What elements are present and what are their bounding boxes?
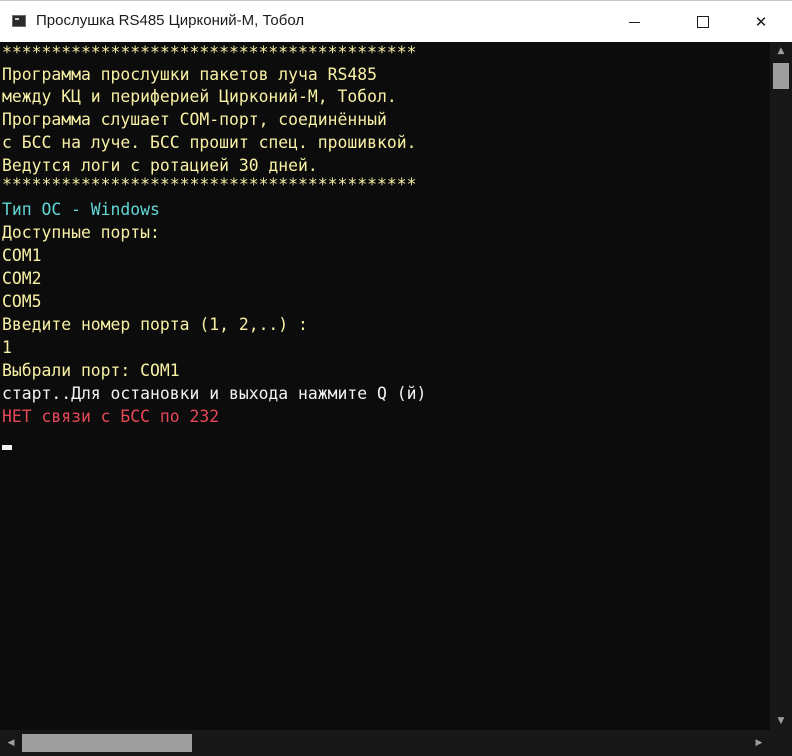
console-line-16: НЕТ связи с БСС по 232 <box>2 407 220 426</box>
scroll-left-arrow-icon[interactable]: ◀ <box>2 734 20 752</box>
window-title: Прослушка RS485 Цирконий-М, Тобол <box>36 12 305 29</box>
maximize-icon <box>697 16 709 28</box>
vertical-scrollbar[interactable]: ▲ ▼ <box>770 42 792 730</box>
close-icon: ✕ <box>754 13 768 31</box>
horizontal-scroll-thumb[interactable] <box>22 734 192 752</box>
scrollbar-corner <box>770 730 792 756</box>
console-line-2: между КЦ и периферией Цирконий-М, Тобол. <box>2 87 397 106</box>
console-line-7: Тип ОС - Windows <box>2 200 160 219</box>
console-line-3: Программа слушает COM-порт, соединённый <box>2 110 387 129</box>
title-bar[interactable]: Прослушка RS485 Цирконий-М, Тобол ✕ <box>0 0 792 42</box>
console-output[interactable]: ****************************************… <box>0 42 770 730</box>
console-app-icon <box>12 15 26 27</box>
console-line-14: Выбрали порт: COM1 <box>2 361 180 380</box>
console-line-12: Введите номер порта (1, 2,..) : <box>2 315 308 334</box>
maximize-button[interactable] <box>680 1 726 43</box>
console-line-10: COM2 <box>2 269 42 288</box>
console-line-4: с БСС на луче. БСС прошит спец. прошивко… <box>2 133 417 152</box>
vertical-scroll-thumb[interactable] <box>773 63 789 89</box>
scroll-right-arrow-icon[interactable]: ▶ <box>750 734 768 752</box>
console-line-0: ****************************************… <box>2 43 417 62</box>
horizontal-scrollbar[interactable]: ◀ ▶ <box>0 730 770 756</box>
console-line-11: COM5 <box>2 292 42 311</box>
console-line-1: Программа прослушки пакетов луча RS485 <box>2 65 377 84</box>
minimize-icon <box>629 22 640 23</box>
console-line-13: 1 <box>2 338 12 357</box>
console-line-9: COM1 <box>2 246 42 265</box>
scroll-down-arrow-icon[interactable]: ▼ <box>770 712 792 730</box>
console-line-8: Доступные порты: <box>2 223 160 242</box>
console-line-6: ****************************************… <box>2 175 417 194</box>
text-cursor <box>2 445 12 450</box>
minimize-button[interactable] <box>612 1 658 43</box>
console-window: Прослушка RS485 Цирконий-М, Тобол ✕ ****… <box>0 0 792 756</box>
scroll-up-arrow-icon[interactable]: ▲ <box>770 42 792 60</box>
console-line-15: старт..Для остановки и выхода нажмите Q … <box>2 384 427 403</box>
close-button[interactable]: ✕ <box>738 1 784 43</box>
